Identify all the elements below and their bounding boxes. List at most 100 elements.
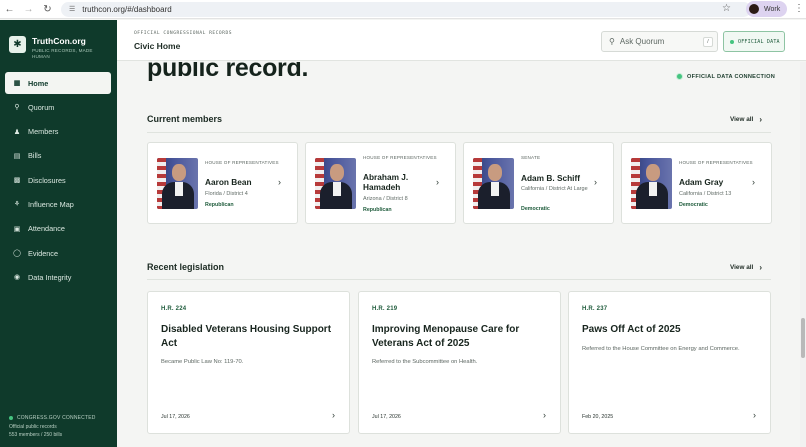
sidebar-item-label: Quorum [28,102,55,112]
chat-search-icon: ⚲ [14,104,20,112]
status-dot-icon [676,73,683,80]
sidebar-item-label: Evidence [28,248,59,258]
search-input[interactable]: ⚲ Ask Quorum / [601,31,718,52]
member-district: California / District At Large [521,186,588,192]
browser-toolbar: ← → ↻ ☰ truthcon.org/#/dashboard [0,0,806,19]
url-text: truthcon.org/#/dashboard [82,4,172,14]
shield-check-icon: ◉ [13,274,21,282]
hero-title: public record. [147,62,309,82]
browser-menu-icon[interactable]: ⋮ [794,3,804,14]
search-shortcut-key: / [703,37,713,47]
bill-card[interactable]: H.R. 237 Paws Off Act of 2025 Referred t… [568,291,771,434]
document-icon: ▤ [13,152,21,160]
member-card[interactable]: HOUSE OF REPRESENTATIVES Aaron Bean Flor… [147,142,298,224]
members-view-all-link[interactable]: View all › [730,115,762,124]
people-icon: ♟ [13,128,21,136]
bar-chart-icon: ▩ [13,177,21,185]
sidebar-item-influence-map[interactable]: ⚘ Influence Map [5,193,111,215]
sidebar-item-data-integrity[interactable]: ◉ Data Integrity [5,266,111,288]
chevron-right-icon: › [759,115,763,124]
brand-name: TruthCon.org [32,36,86,46]
connection-status: CONGRESS.GOV CONNECTED [17,415,96,421]
brand[interactable]: ✱ TruthCon.org PUBLIC RECORDS, MADE HUMA… [9,36,102,60]
member-district: Arizona / District 8 [363,196,408,202]
chevron-right-icon: › [752,177,755,187]
bill-status: Referred to the House Committee on Energ… [582,346,740,352]
search-icon: ⚲ [609,37,615,46]
member-portrait [631,158,672,209]
scrollbar-thumb[interactable] [801,318,805,358]
member-chamber: HOUSE OF REPRESENTATIVES [679,160,753,165]
bill-title: Paws Off Act of 2025 [582,324,681,335]
member-district: California / District 13 [679,191,732,197]
profile-label: Work [764,5,781,13]
members-section-title: Current members [147,114,223,124]
member-portrait [315,158,356,209]
member-card[interactable]: HOUSE OF REPRESENTATIVES Abraham J. Hama… [305,142,456,224]
profile-button[interactable]: Work [746,1,788,17]
data-connection-status: OFFICIAL DATA CONNECTION [676,73,775,80]
sidebar-item-disclosures[interactable]: ▩ Disclosures [5,169,111,191]
bill-date: Feb 20, 2025 [582,414,614,420]
bookmark-star-icon[interactable]: ☆ [722,3,731,14]
sidebar: ✱ TruthCon.org PUBLIC RECORDS, MADE HUMA… [0,20,117,447]
view-all-label: View all [730,116,754,123]
member-card[interactable]: HOUSE OF REPRESENTATIVES Adam Gray Calif… [621,142,772,224]
back-icon[interactable]: ← [0,0,19,19]
member-chamber: HOUSE OF REPRESENTATIVES [363,155,437,160]
sidebar-item-evidence[interactable]: ◯ Evidence [5,242,111,264]
sidebar-item-label: Members [28,127,59,137]
shield-icon: ◯ [13,250,21,258]
network-icon: ⚘ [13,201,21,209]
member-card[interactable]: SENATE Adam B. Schiff California / Distr… [463,142,614,224]
brand-tagline: PUBLIC RECORDS, MADE HUMAN [32,48,93,59]
member-name: Aaron Bean [205,177,252,187]
sidebar-item-bills[interactable]: ▤ Bills [5,145,111,167]
data-connection-label: OFFICIAL DATA CONNECTION [687,73,776,80]
avatar [749,4,759,14]
forward-icon[interactable]: → [19,0,38,19]
bill-number: H.R. 219 [372,306,398,312]
chevron-right-icon: › [543,410,546,420]
main-content: public record. OFFICIAL DATA CONNECTION … [117,62,806,447]
official-data-badge[interactable]: OFFICIAL DATA [723,31,785,52]
bill-title: Disabled Veterans Housing Support Act [161,324,332,349]
search-placeholder: Ask Quorum [619,37,665,46]
sidebar-item-label: Attendance [28,224,65,234]
sidebar-footer: CONGRESS.GOV CONNECTED Official public r… [9,415,96,438]
bill-title: Improving Menopause Care for Veterans Ac… [372,324,520,349]
legislation-view-all-link[interactable]: View all › [730,263,762,272]
member-party: Republican [205,202,234,208]
bill-card[interactable]: H.R. 224 Disabled Veterans Housing Suppo… [147,291,350,434]
site-settings-icon[interactable]: ☰ [69,5,75,13]
status-dot-icon [9,416,13,420]
scrollbar[interactable] [800,62,806,447]
status-dot-icon [730,39,734,44]
reload-icon[interactable]: ↻ [38,0,57,19]
chevron-right-icon: › [594,177,597,187]
chevron-right-icon: › [759,263,763,272]
sidebar-item-members[interactable]: ♟ Members [5,121,111,143]
member-name: Adam B. Schiff [521,173,581,183]
sidebar-item-label: Disclosures [28,175,66,185]
address-bar[interactable]: ☰ truthcon.org/#/dashboard [61,1,751,17]
member-name: Abraham J. Hamadeh [363,172,409,192]
header-eyebrow: OFFICIAL CONGRESSIONAL RECORDS [134,31,232,36]
sidebar-item-label: Influence Map [28,199,74,209]
sidebar-item-quorum[interactable]: ⚲ Quorum [5,96,111,118]
member-chamber: SENATE [521,155,541,160]
sidebar-item-label: Home [28,78,49,88]
sidebar-item-home[interactable]: ▦ Home [5,72,111,94]
chevron-right-icon: › [332,410,335,420]
bill-card[interactable]: H.R. 219 Improving Menopause Care for Ve… [358,291,561,434]
bill-status: Became Public Law No: 119-70. [161,359,244,365]
sidebar-nav: ▦ Home ⚲ Quorum ♟ Members ▤ Bills ▩ Disc… [5,72,111,291]
member-district: Florida / District 4 [205,191,248,197]
bill-date: Jul 17, 2026 [161,414,190,420]
member-chamber: HOUSE OF REPRESENTATIVES [205,160,279,165]
sidebar-item-attendance[interactable]: ▣ Attendance [5,218,111,240]
grid-icon: ▦ [13,80,21,87]
official-data-label: OFFICIAL DATA [738,38,780,45]
section-divider [147,132,771,133]
member-party: Democratic [521,206,550,212]
